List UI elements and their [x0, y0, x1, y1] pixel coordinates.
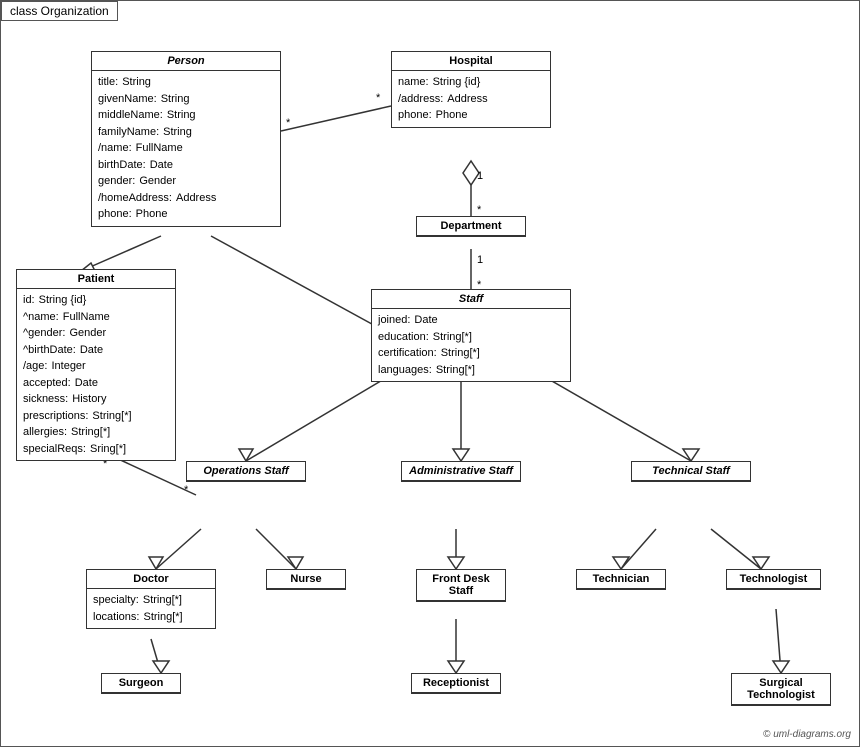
- class-patient-attrs: id:String {id} ^name:FullName ^gender:Ge…: [17, 289, 175, 460]
- class-doctor-name: Doctor: [87, 570, 215, 589]
- class-technical-staff: Technical Staff: [631, 461, 751, 482]
- class-operations-staff: Operations Staff: [186, 461, 306, 482]
- class-person: Person title:String givenName:String mid…: [91, 51, 281, 227]
- class-receptionist-name: Receptionist: [412, 674, 500, 693]
- class-hospital-name: Hospital: [392, 52, 550, 71]
- copyright: © uml-diagrams.org: [763, 729, 851, 740]
- svg-text:*: *: [184, 484, 189, 496]
- svg-text:1: 1: [477, 254, 483, 266]
- class-hospital-attrs: name:String {id} /address:Address phone:…: [392, 71, 550, 127]
- class-surgeon-name: Surgeon: [102, 674, 180, 693]
- class-technologist-name: Technologist: [727, 570, 820, 589]
- diagram-container: class Organization * * 1 * 1 *: [0, 0, 860, 747]
- class-person-attrs: title:String givenName:String middleName…: [92, 71, 280, 226]
- svg-text:1: 1: [477, 170, 483, 182]
- class-surgical-technologist-name: Surgical Technologist: [732, 674, 830, 705]
- class-technical-staff-name: Technical Staff: [632, 462, 750, 481]
- class-doctor: Doctor specialty:String[*] locations:Str…: [86, 569, 216, 629]
- svg-text:*: *: [286, 117, 291, 129]
- class-operations-staff-name: Operations Staff: [187, 462, 305, 481]
- class-person-name: Person: [92, 52, 280, 71]
- class-surgical-technologist: Surgical Technologist: [731, 673, 831, 706]
- svg-text:*: *: [376, 92, 381, 104]
- class-technician-name: Technician: [577, 570, 665, 589]
- class-department: Department: [416, 216, 526, 237]
- class-front-desk-staff-name: Front Desk Staff: [417, 570, 505, 601]
- svg-text:*: *: [477, 204, 482, 216]
- class-patient: Patient id:String {id} ^name:FullName ^g…: [16, 269, 176, 461]
- class-doctor-attrs: specialty:String[*] locations:String[*]: [87, 589, 215, 628]
- class-department-name: Department: [417, 217, 525, 236]
- class-receptionist: Receptionist: [411, 673, 501, 694]
- class-technician: Technician: [576, 569, 666, 590]
- class-staff: Staff joined:Date education:String[*] ce…: [371, 289, 571, 382]
- class-front-desk-staff: Front Desk Staff: [416, 569, 506, 602]
- class-administrative-staff-name: Administrative Staff: [402, 462, 520, 481]
- class-patient-name: Patient: [17, 270, 175, 289]
- diagram-title: class Organization: [1, 1, 118, 21]
- class-hospital: Hospital name:String {id} /address:Addre…: [391, 51, 551, 128]
- class-staff-name: Staff: [372, 290, 570, 309]
- class-administrative-staff: Administrative Staff: [401, 461, 521, 482]
- class-nurse-name: Nurse: [267, 570, 345, 589]
- class-nurse: Nurse: [266, 569, 346, 590]
- class-surgeon: Surgeon: [101, 673, 181, 694]
- class-technologist: Technologist: [726, 569, 821, 590]
- class-staff-attrs: joined:Date education:String[*] certific…: [372, 309, 570, 381]
